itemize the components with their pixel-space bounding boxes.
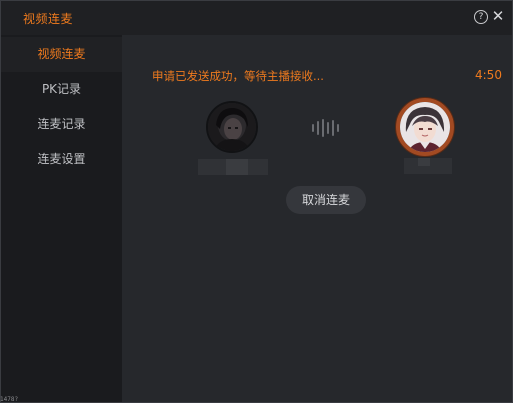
sidebar: 视频连麦 PK记录 连麦记录 连麦设置	[1, 35, 122, 402]
corner-fragment: 1478?	[0, 396, 19, 403]
self-name-masked	[198, 159, 268, 175]
dialog-title: 视频连麦	[23, 12, 74, 26]
host-avatar	[396, 98, 454, 156]
help-icon[interactable]: ?	[474, 10, 488, 24]
status-message: 申请已发送成功，等待主播接收...	[152, 69, 324, 83]
countdown-timer: 4:50	[475, 68, 502, 82]
audio-wave-icon	[312, 119, 342, 137]
host-name-masked	[404, 158, 452, 174]
sidebar-item-link-records[interactable]: 连麦记录	[1, 107, 122, 142]
main-panel: 申请已发送成功，等待主播接收... 4:50 取消连麦	[122, 35, 512, 402]
sidebar-item-link-settings[interactable]: 连麦设置	[1, 142, 122, 177]
cancel-link-button[interactable]: 取消连麦	[286, 186, 366, 214]
self-avatar	[206, 101, 258, 153]
close-icon[interactable]: ✕	[491, 8, 505, 24]
sidebar-item-video-link[interactable]: 视频连麦	[1, 37, 122, 72]
title-bar[interactable]: 视频连麦 ? ✕	[1, 1, 512, 35]
sidebar-item-pk-records[interactable]: PK记录	[1, 72, 122, 107]
video-link-dialog: 视频连麦 ? ✕ 视频连麦 PK记录 连麦记录 连麦设置 申请已发送成功，等待主…	[0, 0, 513, 403]
